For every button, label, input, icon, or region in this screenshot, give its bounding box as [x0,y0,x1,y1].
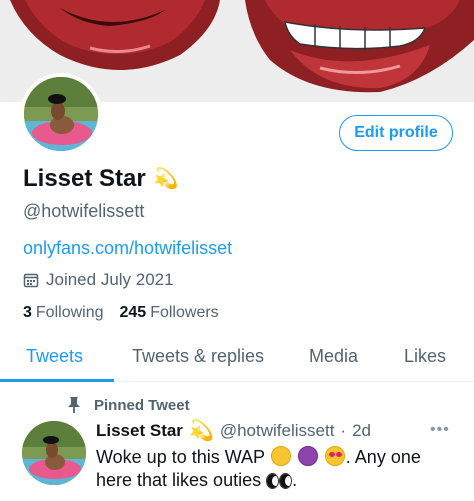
avatar-photo-icon [22,421,86,485]
tweet-text-part1: Woke up to this WAP [96,447,265,467]
tweet-more-icon[interactable]: ••• [430,421,450,439]
tab-likes[interactable]: Likes [404,346,446,367]
profile-tabs: Tweets Tweets & replies Media Likes [0,336,474,382]
pinned-tweet-header: Pinned Tweet [66,396,190,414]
dizzy-emoji-icon: 💫 [188,420,214,442]
tab-tweets[interactable]: Tweets [26,346,83,367]
following-label: Following [35,304,104,321]
followers-count: 245 [119,304,147,321]
followers-link[interactable]: 245 Followers [120,304,219,322]
pinned-tweet-label: Pinned Tweet [94,396,190,414]
following-link[interactable]: 3 Following [23,304,104,322]
tweet-author-avatar[interactable] [22,421,86,485]
dizzy-emoji-icon: 💫 [153,168,179,190]
imp-emoji-icon [297,446,318,466]
weary-face-emoji-icon [270,446,291,466]
profile-handle: @hotwifelissett [23,201,145,221]
eyes-emoji-icon [266,473,293,489]
profile-website-link[interactable]: onlyfans.com/hotwifelisset [23,238,232,259]
pin-icon [68,397,80,413]
calendar-icon [23,273,39,288]
active-tab-indicator [0,379,114,382]
following-count: 3 [23,304,32,321]
tweet-text-part4: . [292,470,298,490]
tweet-text[interactable]: Woke up to this WAP . Any one here that … [96,446,458,492]
tweet-header: Lisset Star 💫 @hotwifelissett · 2d [96,421,371,441]
profile-joined-date: Joined July 2021 [23,270,174,290]
tweet-text-part2: . Any one [345,447,421,467]
tweet-author-name[interactable]: Lisset Star [96,421,183,441]
followers-label: Followers [150,304,219,321]
tweet-time[interactable]: 2d [352,421,371,441]
joined-label: Joined July 2021 [46,270,174,289]
profile-name: Lisset Star [23,165,146,192]
tab-tweets-replies[interactable]: Tweets & replies [132,346,264,367]
edit-profile-button[interactable]: Edit profile [339,115,453,151]
profile-avatar[interactable] [20,73,102,155]
avatar-photo-icon [24,77,98,151]
tweet-text-part3: here that likes outies [96,470,262,490]
follow-stats: 3 Following 245 Followers [23,304,219,322]
heart-eyes-emoji-icon [324,446,345,466]
tab-media[interactable]: Media [309,346,358,367]
profile-name-row: Lisset Star 💫 [23,165,179,193]
tweet-separator: · [340,421,347,440]
tweet-author-handle[interactable]: @hotwifelissett [220,421,335,441]
